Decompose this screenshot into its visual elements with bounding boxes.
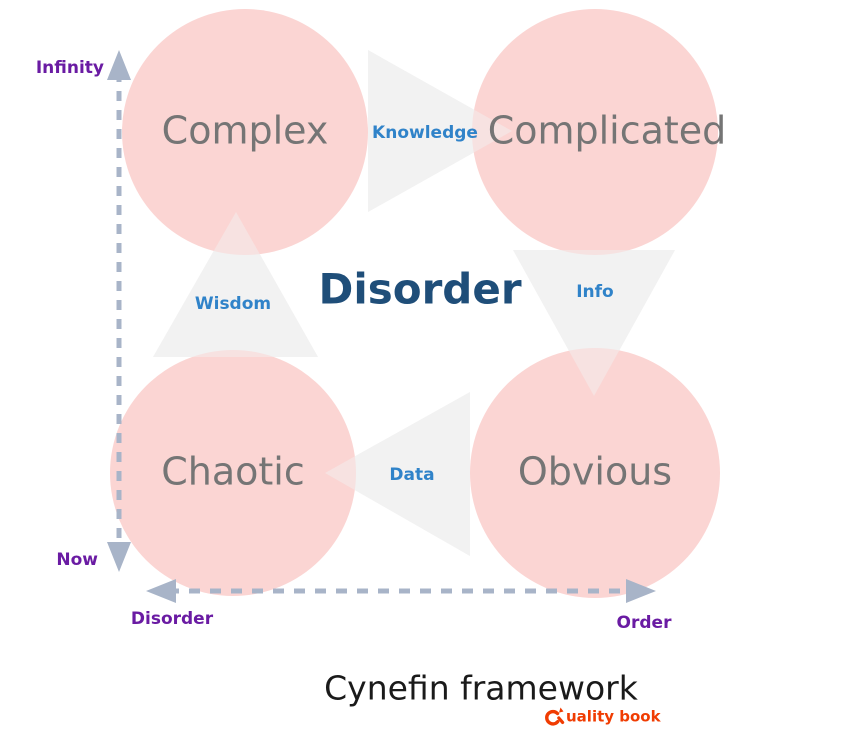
obvious-label: Obvious [518,450,672,494]
horizontal-axis-arrow-left [146,579,176,603]
vertical-axis-arrow-down [107,542,131,572]
disorder-center-label: Disorder [318,265,521,314]
complex-label: Complex [162,109,329,153]
data-label: Data [389,465,434,485]
vertical-axis-arrow-up [107,50,131,80]
chaotic-label: Chaotic [161,450,305,494]
info-label: Info [576,282,614,302]
axis-label-order: Order [617,613,673,633]
logo-text: uality book [566,708,662,726]
axis-label-disorder: Disorder [131,609,214,629]
page-title: Cynefin framework [324,669,639,708]
knowledge-label: Knowledge [372,123,478,143]
wisdom-label: Wisdom [195,294,271,314]
axis-label-now: Now [56,550,98,570]
quality-q-icon [545,707,565,726]
axis-label-infinity: Infinity [36,58,104,78]
quality-book-logo[interactable]: uality book [545,707,662,726]
complicated-label: Complicated [488,109,727,153]
diagram-canvas: Complex Complicated Chaotic Obvious Know… [36,9,727,726]
cynefin-framework-diagram: Complex Complicated Chaotic Obvious Know… [0,0,866,732]
